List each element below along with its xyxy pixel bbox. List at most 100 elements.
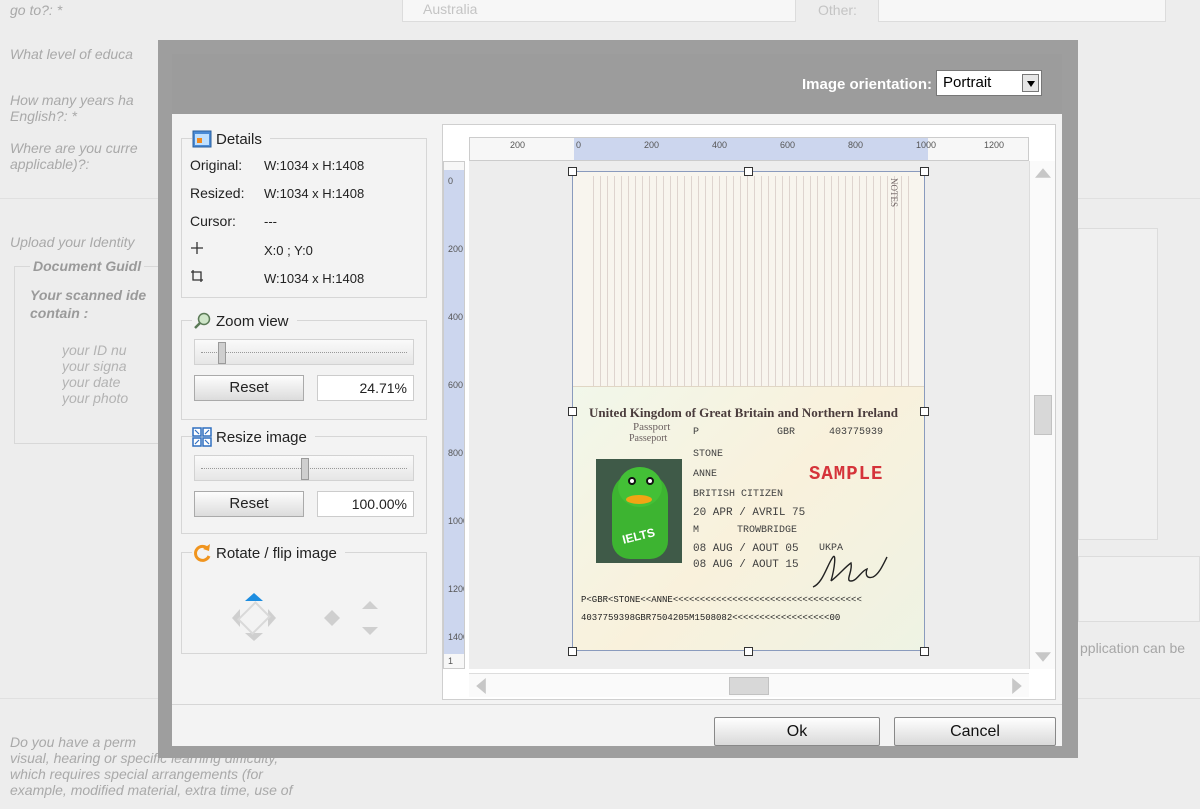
scroll-right-icon[interactable] xyxy=(1012,678,1022,694)
country-select-value: Australia xyxy=(423,1,478,17)
resize-panel: Resize image Reset 100.00% xyxy=(181,427,427,534)
flip-horizontal-icon[interactable] xyxy=(324,610,340,626)
crop-handle-right[interactable] xyxy=(920,407,929,416)
crosshair-icon xyxy=(190,241,264,258)
ruler-tick-label: 1400 xyxy=(448,632,464,642)
other-label: Other: xyxy=(818,2,857,18)
rotate-frame-icon xyxy=(237,601,271,635)
position-value: X:0 ; Y:0 xyxy=(264,243,313,258)
passport-dob: 20 APR / AVRIL 75 xyxy=(693,507,806,519)
question-upload: Upload your Identity xyxy=(10,234,135,250)
scroll-down-icon[interactable] xyxy=(1035,652,1051,662)
crop-handle-bottom[interactable] xyxy=(744,647,753,656)
passport-place-of-birth: TROWBRIDGE xyxy=(737,525,798,536)
details-title: Details xyxy=(216,130,262,148)
other-input[interactable] xyxy=(878,0,1166,22)
application-note: pplication can be xyxy=(1080,640,1186,656)
cancel-button[interactable]: Cancel xyxy=(894,717,1056,746)
passport-notes-page xyxy=(593,176,913,386)
cursor-label: Cursor: xyxy=(190,213,236,229)
passport-label-en: Passport xyxy=(633,421,671,433)
chevron-down-icon[interactable] xyxy=(1022,74,1039,92)
passport-type: P xyxy=(693,427,700,438)
image-editor-dialog: Image orientation: Portrait Details Orig… xyxy=(158,40,1078,758)
passport-issue-date: 08 AUG / AOUT 05 xyxy=(693,543,799,555)
passport-photo: IELTS xyxy=(596,459,682,563)
list-item: your ID nu xyxy=(62,342,158,358)
rotate-icon xyxy=(192,543,212,563)
upload-area-lower xyxy=(1078,556,1200,622)
resize-icon xyxy=(192,427,212,447)
rotate-down-arrow-icon[interactable] xyxy=(245,633,263,641)
duck-eye-icon xyxy=(628,477,636,485)
ruler-tick-label: 200 xyxy=(448,244,464,254)
rotate-panel-title: Rotate / flip image xyxy=(192,543,345,563)
rotate-up-arrow-icon[interactable] xyxy=(245,593,263,601)
ok-button[interactable]: Ok xyxy=(714,717,880,746)
orientation-select[interactable]: Portrait xyxy=(936,70,1042,96)
zoom-reset-button[interactable]: Reset xyxy=(194,375,304,401)
flip-vertical-icon[interactable] xyxy=(362,601,378,635)
question-years: How many years ha xyxy=(10,92,134,108)
crop-handle-top-left[interactable] xyxy=(568,167,577,176)
crop-handle-bottom-right[interactable] xyxy=(920,647,929,656)
ruler-tick-label: 200 xyxy=(644,140,660,150)
question-education: What level of educa xyxy=(10,46,133,62)
image-canvas[interactable]: NOTES United Kingdom of Great Britain an… xyxy=(469,161,1029,669)
country-select[interactable]: Australia xyxy=(402,0,796,22)
ruler-horizontal: 200 0 200 400 600 800 1000 1200 xyxy=(469,137,1029,161)
question-years-cont: English?: * xyxy=(10,108,77,124)
position-row: X:0 ; Y:0 xyxy=(190,241,313,258)
ruler-tick-label: 600 xyxy=(780,140,796,150)
rotate-panel: Rotate / flip image xyxy=(181,543,427,654)
scroll-left-icon[interactable] xyxy=(476,678,486,694)
ruler-tick-label: 1200 xyxy=(448,584,464,594)
ruler-tick-label: 1200 xyxy=(984,140,1005,150)
passport-image: NOTES United Kingdom of Great Britain an… xyxy=(572,171,925,651)
duck-eye-icon xyxy=(646,477,654,485)
resize-slider[interactable] xyxy=(194,455,414,481)
resize-reset-button[interactable]: Reset xyxy=(194,491,304,517)
question-disability-3: which requires special arrangements (for xyxy=(10,766,263,782)
resized-size-row: Resized: W:1034 x H:1408 xyxy=(190,185,364,201)
crop-handle-left[interactable] xyxy=(568,407,577,416)
crop-handle-top-right[interactable] xyxy=(920,167,929,176)
document-guidelines-list: your ID nu your signa your date your pho… xyxy=(62,342,158,406)
ruler-tick-label: 400 xyxy=(712,140,728,150)
signature-icon xyxy=(812,555,888,588)
question-disability-4: example, modified material, extra time, … xyxy=(10,782,293,798)
vertical-scroll-thumb[interactable] xyxy=(1034,395,1052,435)
magnifier-icon xyxy=(192,311,212,331)
orientation-select-value: Portrait xyxy=(943,74,992,91)
document-guidelines-title: Document Guidl xyxy=(30,258,145,274)
resize-title: Resize image xyxy=(216,428,307,446)
rotate-controls xyxy=(232,593,378,641)
vertical-scrollbar[interactable] xyxy=(1029,161,1055,669)
horizontal-scrollbar[interactable] xyxy=(469,673,1029,697)
cursor-row: Cursor: --- xyxy=(190,213,277,229)
document-guidelines-subtitle: Your scanned ide contain : xyxy=(30,287,147,321)
rotate-title: Rotate / flip image xyxy=(216,544,337,562)
resize-percent-field[interactable]: 100.00% xyxy=(317,491,414,517)
ruler-tick-label: 600 xyxy=(448,380,464,390)
ruler-tick-label: 800 xyxy=(848,140,864,150)
zoom-slider[interactable] xyxy=(194,339,414,365)
horizontal-scroll-thumb[interactable] xyxy=(729,677,769,695)
zoom-panel: Zoom view Reset 24.71% xyxy=(181,311,427,420)
list-item: your date xyxy=(62,374,158,390)
zoom-slider-thumb[interactable] xyxy=(217,342,226,364)
resize-panel-title: Resize image xyxy=(192,427,315,447)
resize-slider-thumb[interactable] xyxy=(301,458,309,480)
zoom-percent-field[interactable]: 24.71% xyxy=(317,375,414,401)
resized-label: Resized: xyxy=(190,185,245,201)
ruler-tick-label: 1000 xyxy=(448,516,464,526)
original-size-row: Original: W:1034 x H:1408 xyxy=(190,157,364,173)
crop-handle-top[interactable] xyxy=(744,167,753,176)
ruler-tick-label: 800 xyxy=(448,448,464,458)
footer-divider xyxy=(172,704,1062,705)
scroll-up-icon[interactable] xyxy=(1035,168,1051,178)
crop-handle-bottom-left[interactable] xyxy=(568,647,577,656)
ruler-highlight xyxy=(444,170,464,654)
question-go-to: go to?: * xyxy=(10,2,63,18)
ruler-vertical: 0 200 400 600 800 1000 1200 1400 1 xyxy=(443,161,465,669)
